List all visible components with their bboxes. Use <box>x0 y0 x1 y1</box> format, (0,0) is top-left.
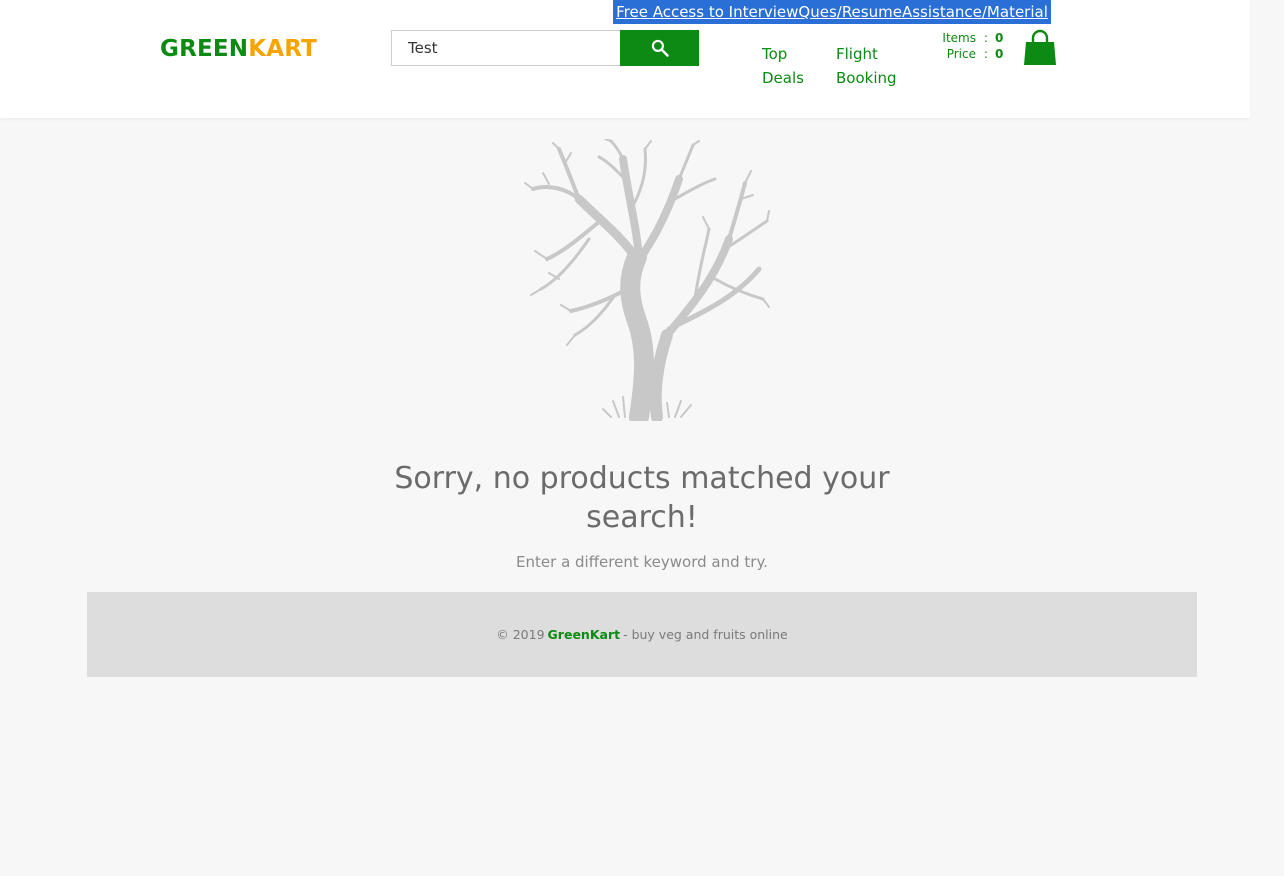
cart-price-colon: : <box>984 47 989 61</box>
search-input[interactable] <box>391 30 621 66</box>
search-icon <box>651 39 669 57</box>
bare-tree-icon <box>524 139 770 421</box>
footer-copyright: © 2019 <box>496 627 545 642</box>
footer-brand: GreenKart <box>547 627 621 642</box>
cart-items-colon: : <box>984 31 989 45</box>
empty-state-title: Sorry, no products matched your search! <box>394 461 890 535</box>
search-button[interactable] <box>620 30 699 66</box>
cart-price-value: 0 <box>995 47 1004 61</box>
shopping-bag-icon[interactable] <box>1022 29 1058 67</box>
empty-state-subtitle: Enter a different keyword and try. <box>516 553 768 571</box>
nav-top-deals[interactable]: Top Deals <box>762 42 822 90</box>
cart-items-row: Items : 0 <box>900 31 1010 47</box>
footer: © 2019 GreenKart - buy veg and fruits on… <box>87 592 1197 677</box>
footer-tagline: - buy veg and fruits online <box>623 627 788 642</box>
cart-items-value: 0 <box>995 31 1004 45</box>
cart-price-label: Price <box>946 47 976 61</box>
promo-link[interactable]: Free Access to InterviewQues/ResumeAssis… <box>613 0 1051 24</box>
cart-price-row: Price : 0 <box>900 47 1010 63</box>
logo-green: GREEN <box>160 36 249 62</box>
logo: GREENKART <box>160 36 317 62</box>
cart-items-label: Items <box>942 31 976 45</box>
header: Free Access to InterviewQues/ResumeAssis… <box>0 0 1250 118</box>
logo-kart: KART <box>248 36 318 62</box>
